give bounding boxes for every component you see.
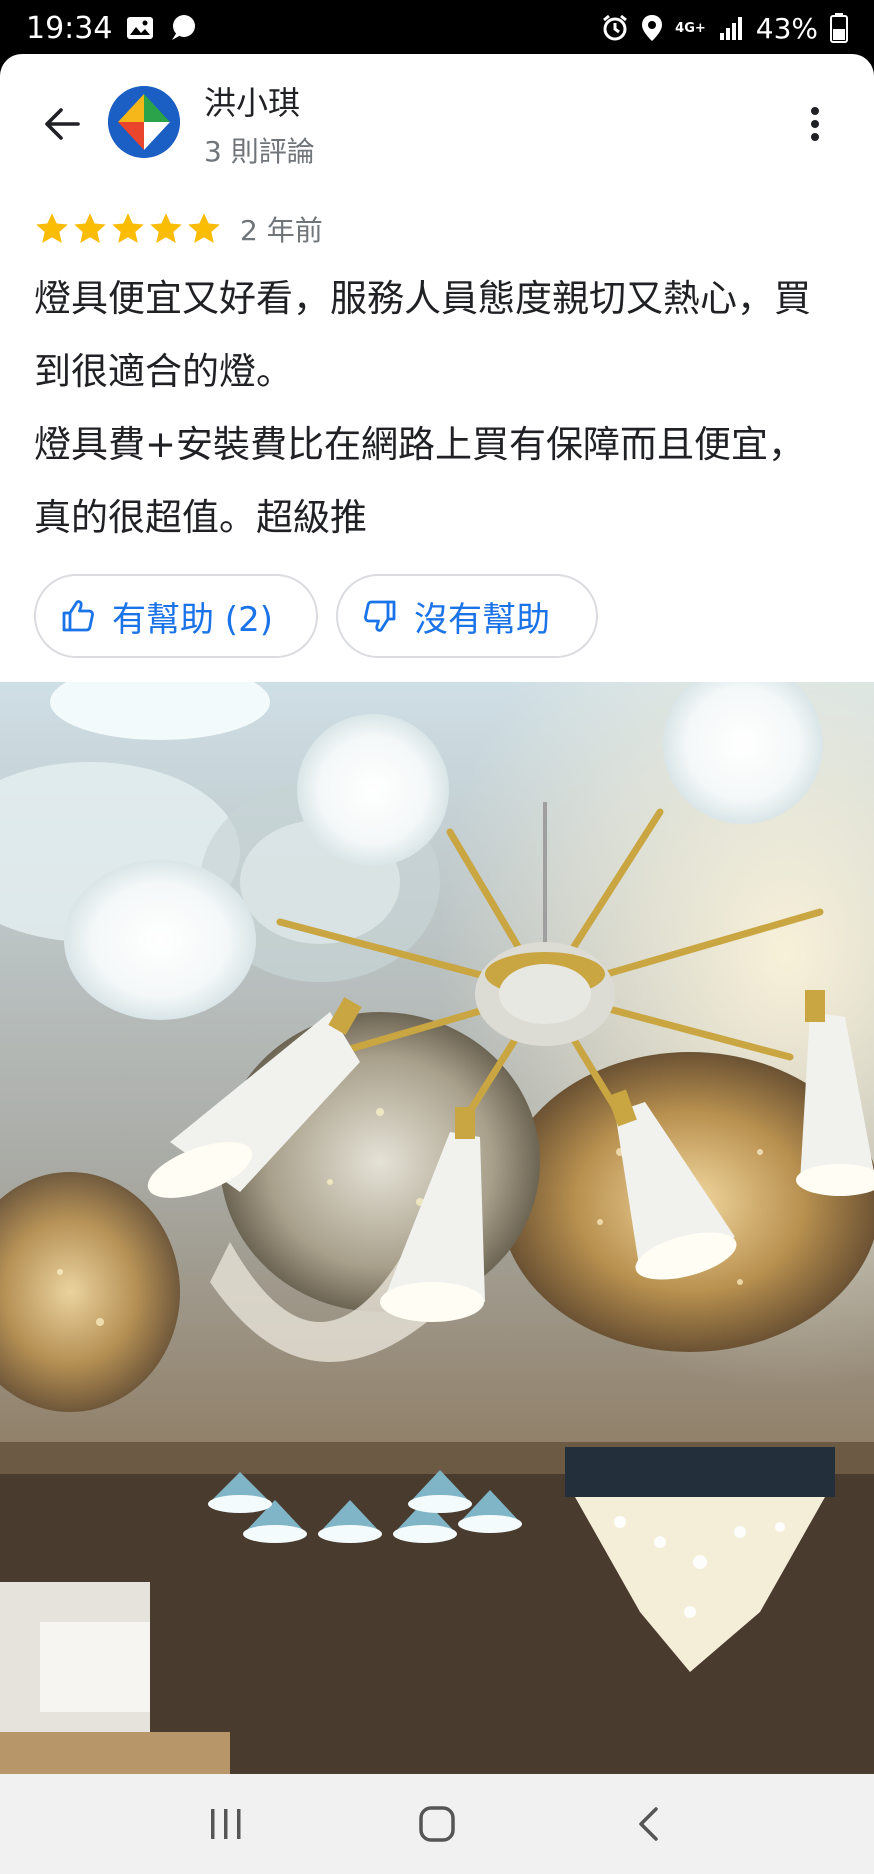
status-time: 19:34 — [26, 10, 113, 46]
star-rating — [34, 211, 222, 247]
back-arrow-icon — [45, 108, 80, 140]
location-icon — [641, 14, 663, 42]
more-vert-icon — [811, 107, 819, 141]
review-count: 3 則評論 — [204, 135, 315, 168]
recent-apps-button[interactable] — [186, 1789, 266, 1859]
star-icon — [150, 213, 182, 243]
star-icon — [74, 213, 106, 243]
recent-apps-icon — [210, 1809, 241, 1839]
review-card: 洪小琪 3 則評論 2 年前 燈具便宜又好看，服務人員態度親切又熱心，買到很適合… — [0, 54, 874, 1774]
image-icon — [126, 16, 154, 40]
not-helpful-label: 沒有幫助 — [414, 599, 550, 640]
more-options-button[interactable] — [790, 96, 840, 152]
not-helpful-button[interactable]: 沒有幫助 — [336, 574, 598, 658]
navigation-bar — [0, 1774, 874, 1874]
review-photo[interactable] — [0, 682, 874, 1774]
star-icon — [36, 213, 68, 243]
review-text: 燈具便宜又好看，服務人員態度親切又熱心，買到很適合的燈。 燈具費+安裝費比在網路… — [34, 262, 834, 554]
feedback-row: 有幫助 (2) 沒有幫助 — [34, 574, 598, 658]
chandelier-photo — [0, 682, 874, 1774]
review-header: 洪小琪 3 則評論 — [0, 54, 874, 204]
reviewer-name[interactable]: 洪小琪 — [204, 78, 300, 124]
battery-icon — [830, 13, 848, 43]
star-icon — [112, 213, 144, 243]
chat-icon — [168, 14, 198, 42]
review-date: 2 年前 — [240, 214, 323, 247]
system-back-button[interactable] — [608, 1789, 688, 1859]
review-paragraph-2: 燈具費+安裝費比在網路上買有保障而且便宜，真的很超值。超級推 — [34, 423, 806, 539]
rating-row: 2 年前 — [34, 204, 323, 254]
home-button[interactable] — [397, 1789, 477, 1859]
network-type: 4G+ — [675, 20, 706, 36]
thumbs-up-icon — [62, 600, 94, 632]
star-icon — [188, 213, 220, 243]
helpful-label: 有幫助 (2) — [112, 599, 273, 640]
alarm-icon — [601, 14, 629, 42]
back-button[interactable] — [34, 96, 90, 152]
battery-percent: 43% — [755, 11, 818, 45]
back-icon — [639, 1807, 659, 1841]
helpful-button[interactable]: 有幫助 (2) — [34, 574, 318, 658]
review-paragraph-1: 燈具便宜又好看，服務人員態度親切又熱心，買到很適合的燈。 — [34, 277, 811, 393]
signal-icon — [718, 15, 744, 41]
avatar[interactable] — [108, 86, 180, 158]
home-icon — [419, 1806, 455, 1842]
thumbs-down-icon — [364, 600, 396, 632]
status-bar: 19:34 4G+ 43% — [0, 0, 874, 56]
